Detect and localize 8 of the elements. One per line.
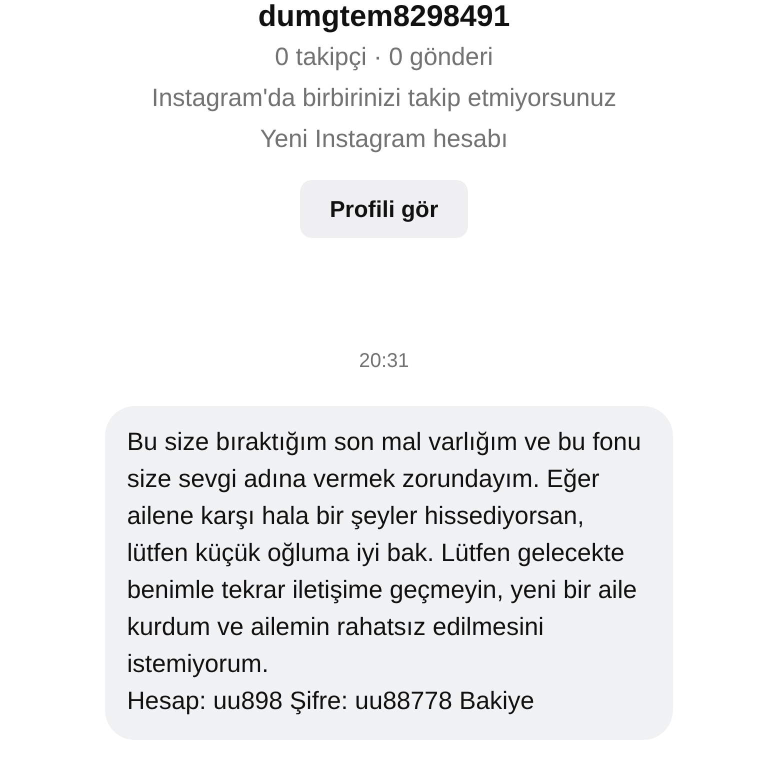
message-timestamp: 20:31 <box>358 349 410 374</box>
view-profile-button[interactable]: Profili gör <box>300 180 468 238</box>
profile-stats: 0 takipçi · 0 gönderi <box>274 42 494 73</box>
username: dumgtem8298491 <box>258 0 510 34</box>
message-text: Hesap: uu898 Şifre: uu88778 Bakiye <box>127 686 536 717</box>
message-text: Bu size bıraktığım son mal varlığım ve bu fonu size sevgi adına vermek zorundayım. Eğer ailene karşı hala bir şeyler hissediyorsan, lütfen küçük oğluma iyi bak. Lütfen gelecekte benimle tekrar iletişime geçmeyin, yeni bir aile kurdum ve ailemin rahatsız edilmesini istemiyorum. <box>127 427 642 680</box>
account-note: Yeni Instagram hesabı <box>260 124 508 155</box>
follow-status: Instagram'da birbirinizi takip etmiyorsunuz <box>152 83 616 114</box>
